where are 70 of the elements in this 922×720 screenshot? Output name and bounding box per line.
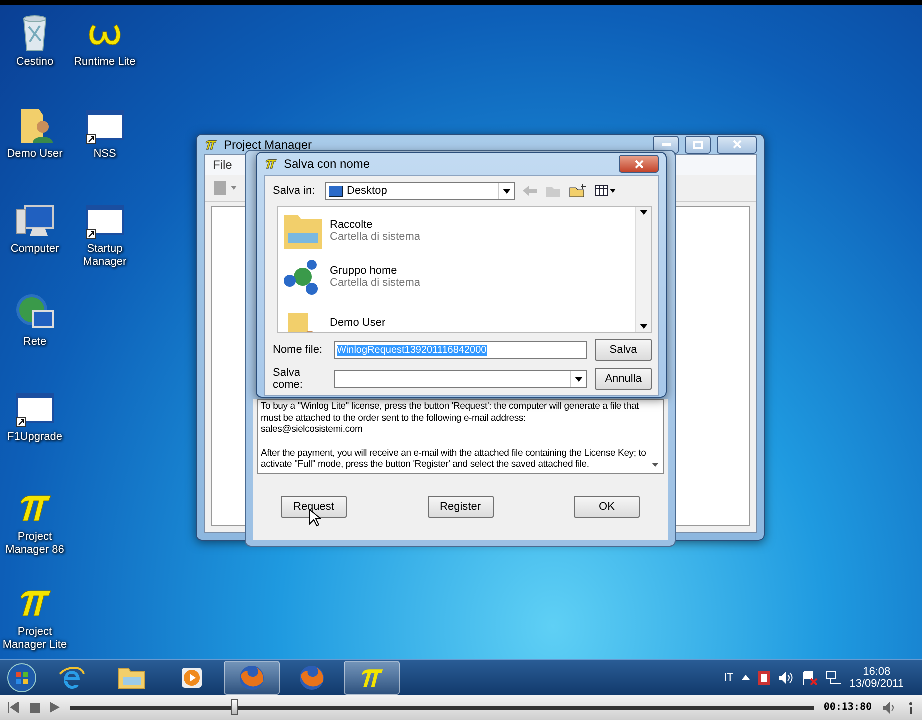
flag-icon[interactable] <box>802 670 818 684</box>
start-orb-icon[interactable] <box>7 662 37 692</box>
selected-file-name: WinlogRequest139201116842000 <box>336 344 487 356</box>
folder-type: Cartella di sistema <box>330 231 420 243</box>
field-label: Salva come: <box>273 367 304 391</box>
seek-thumb[interactable] <box>230 698 238 714</box>
close-button[interactable] <box>619 155 659 173</box>
field-label: Nome file: <box>273 344 324 356</box>
scroll-down-icon <box>640 324 648 329</box>
network-icon[interactable] <box>826 670 842 684</box>
speaker-icon[interactable] <box>778 670 794 684</box>
close-icon <box>732 140 742 149</box>
playback-time: 00:13:80 <box>824 702 872 713</box>
folder-name[interactable]: Gruppo home <box>330 265 420 277</box>
dialog-button[interactable]: OK <box>574 496 640 518</box>
caret-icon <box>502 188 510 194</box>
desktop-icon-label[interactable]: Demo User <box>7 148 63 161</box>
field-label: Salva in: <box>273 185 316 197</box>
desktop-icon-label[interactable]: Cestino <box>16 56 54 69</box>
clock-date[interactable]: 13/09/2011 <box>850 678 904 690</box>
pi-logo-icon <box>264 157 278 171</box>
firefox-icon <box>298 664 326 692</box>
save-in-dropdown[interactable]: Desktop <box>325 182 515 200</box>
desktop-icon-label[interactable]: Runtime Lite <box>74 56 136 69</box>
caret-icon <box>574 376 583 382</box>
maximize-button[interactable] <box>685 136 711 154</box>
menu-item[interactable]: File <box>213 158 232 172</box>
license-paragraph: sales@sielcosistemi.com <box>261 424 364 436</box>
desktop-icon-label[interactable]: Project Manager Lite <box>0 626 70 652</box>
dialog-title: Salva con nome <box>284 157 370 171</box>
maximize-icon <box>693 140 703 148</box>
desktop-icon-label[interactable]: F1Upgrade <box>7 431 63 444</box>
clock-time[interactable]: 16:08 <box>863 666 891 678</box>
toolbar-device-icon[interactable] <box>213 180 239 196</box>
folder-name[interactable]: Demo User <box>330 317 386 329</box>
taskbar-button[interactable] <box>344 660 400 694</box>
skip-back-icon[interactable] <box>8 702 20 713</box>
info-icon[interactable] <box>908 702 914 714</box>
cancel-button[interactable]: Annulla <box>595 368 652 390</box>
firefox-icon <box>238 664 266 692</box>
minimize-icon <box>662 143 670 146</box>
desktop-icon-label[interactable]: NSS <box>94 148 116 161</box>
license-paragraph: To buy a ''Winlog Lite'' license, press the button 'Request': the computer will generate a file that must be attached to the order sent to the following e-mail address: <box>261 401 640 424</box>
save-button[interactable]: Salva <box>595 339 652 361</box>
desktop-icon-label[interactable]: Startup Manager <box>70 243 140 269</box>
desktop-icon-label[interactable]: Rete <box>23 336 47 349</box>
folder-name[interactable]: Raccolte <box>330 219 420 231</box>
vertical-scrollbar[interactable] <box>635 207 651 332</box>
license-paragraph: After the payment, you will receive an e-mail with the attached file containing the License Key; to activate ''Full'' mode, press the button 'Register' and select the saved attached file. <box>261 448 648 470</box>
stop-icon[interactable] <box>30 702 40 712</box>
window-title: Project Manager <box>224 138 312 152</box>
desktop-icon-label[interactable]: Computer <box>10 243 60 256</box>
scroll-down-arrow-icon <box>652 462 659 466</box>
desktop-icon-label[interactable]: Project Manager 86 <box>0 531 70 557</box>
dialog-button[interactable]: Register <box>428 496 494 518</box>
save-as-type-dropdown[interactable] <box>334 370 588 388</box>
film-icon[interactable] <box>758 670 770 684</box>
play-icon[interactable] <box>50 702 60 713</box>
taskbar-button[interactable] <box>224 660 280 694</box>
desktop-icon <box>329 186 343 196</box>
close-button[interactable] <box>717 136 757 154</box>
folder-type: Cartella di sistema <box>330 277 420 289</box>
new-folder-icon[interactable] <box>569 184 587 198</box>
show-hidden-icons-icon[interactable] <box>742 675 750 680</box>
dialog-button[interactable]: Request <box>281 496 347 518</box>
language-indicator[interactable]: IT <box>724 672 734 684</box>
close-icon <box>634 160 644 168</box>
view-menu-icon[interactable] <box>595 185 617 197</box>
pi-logo-icon <box>204 138 218 152</box>
media-player-icon <box>180 666 204 690</box>
